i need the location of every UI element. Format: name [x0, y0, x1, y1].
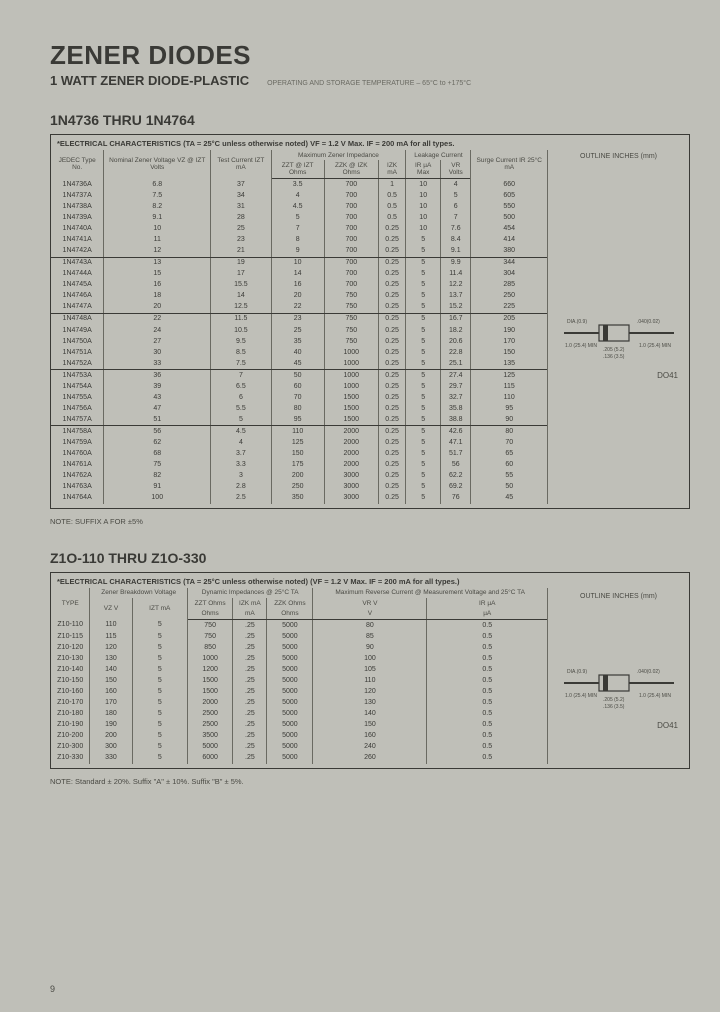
diode-outline-icon: DIA.(0.9) .040(0.02) 1.0 (25.4) MIN 1.0 …	[559, 653, 679, 713]
col2-zzt: ZZT Ohms	[188, 598, 233, 608]
temperature-note: OPERATING AND STORAGE TEMPERATURE – 65°C…	[267, 80, 471, 87]
col-leak-group: Leakage Current	[406, 150, 471, 160]
col2-type: TYPE	[51, 588, 90, 620]
col2-ir: IR µA	[427, 598, 548, 608]
subtitle: 1 WATT ZENER DIODE-PLASTIC	[50, 73, 249, 88]
svg-text:DIA.(0.9): DIA.(0.9)	[567, 319, 587, 325]
table-row: 1N4736A6.8373.57001104660 DIA.(0.9) .040…	[51, 179, 689, 191]
package-label: DO41	[551, 715, 686, 730]
svg-text:1.0 (25.4) MIN: 1.0 (25.4) MIN	[565, 343, 597, 349]
outline-cell-1: OUTLINE INCHES (mm)	[548, 150, 690, 179]
section1-table-title: *ELECTRICAL CHARACTERISTICS (TA = 25°C u…	[51, 135, 689, 150]
col-ir: IR µA Max	[406, 160, 441, 178]
col-imp-group: Maximum Zener Impedance	[271, 150, 406, 160]
svg-text:1.0 (25.4) MIN: 1.0 (25.4) MIN	[639, 693, 671, 699]
svg-text:1.0 (25.4) MIN: 1.0 (25.4) MIN	[565, 693, 597, 699]
svg-text:.205 (5.2): .205 (5.2)	[603, 347, 625, 353]
col-izt: Test Current IZT mA	[211, 150, 271, 179]
col-zzk: ZZK @ IZK Ohms	[324, 160, 378, 178]
svg-text:.136 (3.5): .136 (3.5)	[603, 704, 625, 710]
svg-text:.040(0.02): .040(0.02)	[637, 669, 660, 675]
section1-note: NOTE: SUFFIX A FOR ±5%	[50, 517, 690, 526]
section1-heading: 1N4736 THRU 1N4764	[50, 112, 690, 128]
section2-table: *ELECTRICAL CHARACTERISTICS (TA = 25°C u…	[50, 572, 690, 769]
outline-cell-2: OUTLINE INCHES (mm)	[548, 588, 690, 620]
col2-vz-group: Zener Breakdown Voltage	[90, 588, 188, 598]
col-type: JEDEC Type No.	[51, 150, 104, 179]
section2-heading: Z1O-110 THRU Z1O-330	[50, 550, 690, 566]
col-surge: Surge Current IR 25°C mA	[471, 150, 548, 179]
col2-imp-group: Dynamic Impedances @ 25°C TA	[188, 588, 313, 598]
col2-izt: IZT mA	[132, 598, 187, 619]
section2-note: NOTE: Standard ± 20%. Suffix "A" ± 10%. …	[50, 777, 690, 786]
col2-rev-group: Maximum Reverse Current @ Measurement Vo…	[313, 588, 548, 598]
col2-vr: VR V	[313, 598, 427, 608]
outline-label-2: OUTLINE INCHES (mm)	[551, 593, 686, 601]
col2-vz: VZ V	[90, 598, 132, 619]
svg-text:DIA.(0.9): DIA.(0.9)	[567, 669, 587, 675]
svg-text:1.0 (25.4) MIN: 1.0 (25.4) MIN	[639, 343, 671, 349]
diode-outline-icon: DIA.(0.9) .040(0.02) 1.0 (25.4) MIN 1.0 …	[559, 303, 679, 363]
section2-table-title: *ELECTRICAL CHARACTERISTICS (TA = 25°C u…	[51, 573, 689, 588]
page-title: ZENER DIODES	[50, 40, 690, 71]
table-row: Z10-1101105750.255000800.5 DIA.(0.9) .04…	[51, 620, 689, 632]
col2-zzk: ZZK Ohms	[267, 598, 313, 608]
section1-table: *ELECTRICAL CHARACTERISTICS (TA = 25°C u…	[50, 134, 690, 509]
svg-text:.136 (3.5): .136 (3.5)	[603, 354, 625, 360]
col-vz: Nominal Zener Voltage VZ @ IZT Volts	[104, 150, 211, 179]
col-vr: VR Volts	[441, 160, 471, 178]
col2-izk: IZK mA	[233, 598, 267, 608]
col-izk: IZK mA	[378, 160, 406, 178]
page-number: 9	[50, 984, 55, 994]
col-zzt: ZZT @ IZT Ohms	[271, 160, 324, 178]
package-label: DO41	[551, 365, 686, 380]
svg-text:.040(0.02): .040(0.02)	[637, 319, 660, 325]
svg-text:.205 (5.2): .205 (5.2)	[603, 697, 625, 703]
outline-label: OUTLINE INCHES (mm)	[551, 153, 686, 161]
